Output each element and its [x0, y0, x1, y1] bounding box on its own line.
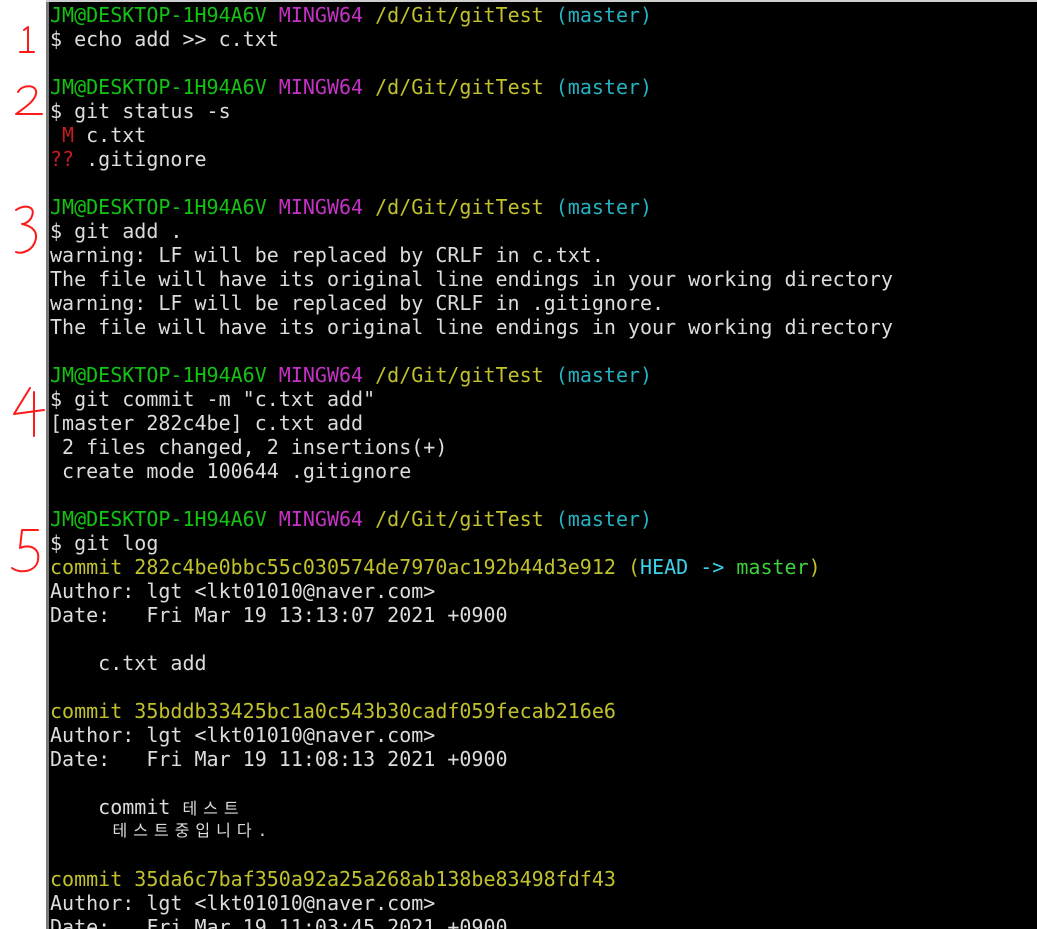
commit-message: commit 테스트: [50, 795, 893, 819]
prompt-line: JM@DESKTOP-1H94A6V MINGW64 /d/Git/gitTes…: [50, 3, 893, 27]
commit-hash: commit 35da6c7baf350a92a25a268ab138be834…: [50, 867, 616, 891]
prompt-shell: MINGW64: [278, 507, 364, 531]
commit-author: Author: lgt <lkt01010@naver.com>: [50, 723, 436, 747]
prompt-user: JM@DESKTOP-1H94A6V: [50, 363, 267, 387]
prompt-branch: (master): [555, 3, 653, 27]
prompt-user: JM@DESKTOP-1H94A6V: [50, 195, 267, 219]
commit-hash: commit 35bddb33425bc1a0c543b30cadf059fec…: [50, 699, 616, 723]
prompt-path: /d/Git/gitTest: [375, 363, 544, 387]
command-line: $ git add .: [50, 219, 183, 243]
command-line: $ git status -s: [50, 99, 231, 123]
prompt-path: /d/Git/gitTest: [375, 75, 544, 99]
status-line: ?? .gitignore: [50, 147, 893, 171]
prompt-line: JM@DESKTOP-1H94A6V MINGW64 /d/Git/gitTes…: [50, 195, 893, 219]
terminal-output: JM@DESKTOP-1H94A6V MINGW64 /d/Git/gitTes…: [50, 3, 893, 929]
ref-close: ): [808, 555, 821, 579]
output-line: create mode 100644 .gitignore: [50, 459, 412, 483]
commit-date: Date: Fri Mar 19 11:08:13 2021 +0900: [50, 747, 508, 771]
commit-author: Author: lgt <lkt01010@naver.com>: [50, 579, 436, 603]
prompt-line: JM@DESKTOP-1H94A6V MINGW64 /d/Git/gitTes…: [50, 363, 893, 387]
status-line: M c.txt: [50, 123, 893, 147]
prompt-branch: (master): [555, 507, 653, 531]
prompt-shell: MINGW64: [278, 195, 364, 219]
prompt-path: /d/Git/gitTest: [375, 507, 544, 531]
commit-line: commit 282c4be0bbc55c030574de7970ac192b4…: [50, 555, 893, 579]
prompt-line: JM@DESKTOP-1H94A6V MINGW64 /d/Git/gitTes…: [50, 75, 893, 99]
prompt-user: JM@DESKTOP-1H94A6V: [50, 507, 267, 531]
annotation-4: [13, 387, 45, 437]
annotation-2: [15, 85, 43, 115]
ref-branch: master: [736, 555, 809, 579]
annotation-5: [11, 529, 40, 573]
commit-message: 테스트중입니다.: [50, 821, 274, 840]
status-code: M: [50, 123, 75, 147]
output-line: The file will have its original line end…: [50, 315, 893, 339]
status-file: .gitignore: [74, 147, 207, 171]
command-line: $ git log: [50, 531, 159, 555]
annotation-3: [15, 205, 38, 254]
prompt-path: /d/Git/gitTest: [375, 195, 544, 219]
prompt-user: JM@DESKTOP-1H94A6V: [50, 3, 267, 27]
window-top-edge: [46, 0, 1037, 2]
commit-message: c.txt add: [50, 651, 207, 675]
prompt-branch: (master): [555, 363, 653, 387]
prompt-shell: MINGW64: [278, 3, 364, 27]
prompt-line: JM@DESKTOP-1H94A6V MINGW64 /d/Git/gitTes…: [50, 507, 893, 531]
commit-date: Date: Fri Mar 19 13:13:07 2021 +0900: [50, 603, 508, 627]
ref-head: HEAD ->: [640, 555, 737, 579]
commit-message-prefix: commit: [50, 795, 183, 819]
prompt-path: /d/Git/gitTest: [375, 3, 544, 27]
commit-date: Date: Fri Mar 19 11:03:45 2021 +0900: [50, 915, 508, 929]
output-line: warning: LF will be replaced by CRLF in …: [50, 243, 604, 267]
prompt-branch: (master): [555, 195, 653, 219]
status-file: c.txt: [74, 123, 147, 147]
commit-author: Author: lgt <lkt01010@naver.com>: [50, 891, 436, 915]
status-code: ??: [50, 147, 75, 171]
prompt-user: JM@DESKTOP-1H94A6V: [50, 75, 267, 99]
prompt-branch: (master): [555, 75, 653, 99]
commit-message-korean: 테스트: [182, 799, 245, 818]
terminal-window[interactable]: JM@DESKTOP-1H94A6V MINGW64 /d/Git/gitTes…: [46, 0, 1037, 929]
prompt-shell: MINGW64: [278, 363, 364, 387]
command-line: $ echo add >> c.txt: [50, 27, 279, 51]
output-line: [master 282c4be] c.txt add: [50, 411, 364, 435]
command-line: $ git commit -m "c.txt add": [50, 387, 376, 411]
prompt-shell: MINGW64: [278, 75, 364, 99]
output-line: warning: LF will be replaced by CRLF in …: [50, 291, 665, 315]
output-line: 2 files changed, 2 insertions(+): [50, 435, 448, 459]
output-line: The file will have its original line end…: [50, 267, 893, 291]
annotation-1: [19, 26, 35, 53]
window-left-edge: [46, 0, 49, 929]
ref-open: (: [615, 555, 641, 579]
commit-hash: commit 282c4be0bbc55c030574de7970ac192b4…: [50, 555, 616, 579]
